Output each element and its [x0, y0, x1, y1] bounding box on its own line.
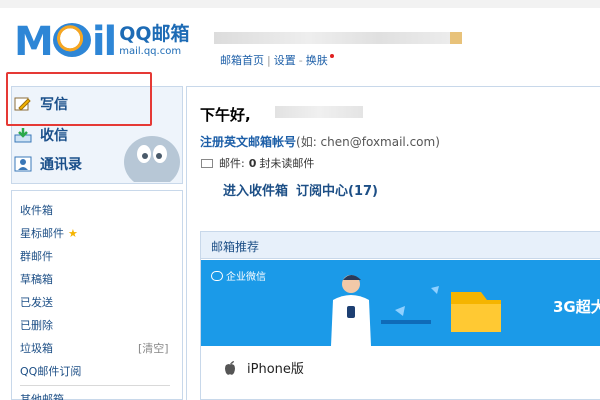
wework-banner[interactable]: 企业微信 3G超大 — [201, 260, 600, 346]
wework-brand: 企业微信 — [211, 268, 266, 283]
browser-top-strip — [0, 0, 600, 8]
receive-label: 收信 — [40, 128, 68, 144]
folder-divider — [20, 385, 170, 386]
link-change-skin[interactable]: 换肤 — [306, 54, 328, 67]
folder-sent[interactable]: 已发送 — [20, 294, 53, 310]
receive-button[interactable]: 收信 — [14, 123, 68, 147]
qq-mail-logo[interactable]: Mil QQ邮箱 mail.qq.com — [14, 22, 190, 66]
star-icon: ★ — [68, 227, 78, 240]
logo-brand: QQ邮箱 — [119, 23, 190, 45]
contacts-icon — [14, 156, 32, 172]
link-settings[interactable]: 设置 — [274, 54, 296, 67]
register-hint: (如: chen@foxmail.com) — [296, 135, 440, 149]
compose-highlight-box — [6, 72, 152, 126]
subscription-center-link[interactable]: 订阅中心(17) — [296, 184, 378, 199]
contacts-label: 通讯录 — [40, 157, 82, 173]
blurred-username — [214, 32, 450, 44]
banner-headline: 3G超大 — [553, 298, 600, 316]
folder-other-mailboxes[interactable]: 其他邮箱 — [20, 391, 64, 400]
separator: - — [298, 54, 303, 67]
inbox-links: 进入收件箱 订阅中心(17) — [223, 180, 378, 199]
unread-count: 0 — [248, 156, 257, 170]
inbox-download-icon — [14, 127, 32, 143]
folder-inbox[interactable]: 收件箱 — [20, 202, 53, 218]
logo-moil: Mil — [14, 19, 117, 65]
recommendation-panel: 邮箱推荐 企业微信 3G超大 iPhone版 — [200, 231, 600, 400]
folder-drafts[interactable]: 草稿箱 — [20, 271, 53, 287]
greeting: 下午好, — [200, 106, 251, 124]
unread-mail-info: 邮件: 0 封未读邮件 — [201, 155, 314, 171]
link-mail-home[interactable]: 邮箱首页 — [220, 54, 264, 67]
logo-url: mail.qq.com — [119, 46, 182, 57]
iphone-app-link[interactable]: iPhone版 — [223, 358, 304, 377]
apple-icon — [223, 360, 237, 376]
folder-subscriptions[interactable]: QQ邮件订阅 — [20, 363, 81, 379]
empty-spam-link[interactable]: [清空] — [138, 340, 169, 356]
mail-header: Mil QQ邮箱 mail.qq.com 邮箱首页 | 设置 - 换肤 — [0, 8, 600, 72]
enter-inbox-link[interactable]: 进入收件箱 — [223, 184, 288, 199]
contacts-button[interactable]: 通讯录 — [14, 152, 82, 176]
wework-logo-icon — [211, 270, 223, 281]
logo-o-mark — [52, 23, 91, 57]
folder-starred[interactable]: 星标邮件 ★ — [20, 225, 78, 241]
folder-group[interactable]: 群邮件 — [20, 248, 53, 264]
envelope-icon — [201, 158, 213, 168]
folder-spam[interactable]: 垃圾箱 — [20, 340, 53, 356]
notification-dot — [329, 54, 334, 58]
recommendation-title: 邮箱推荐 — [201, 232, 600, 259]
blurred-greeting-name — [275, 106, 363, 118]
banner-illustration — [331, 275, 501, 346]
header-links: 邮箱首页 | 设置 - 换肤 — [220, 52, 334, 68]
blurred-username-tail — [450, 32, 462, 44]
folder-deleted[interactable]: 已删除 — [20, 317, 53, 333]
separator: | — [267, 54, 271, 67]
register-english-account-link[interactable]: 注册英文邮箱帐号(如: chen@foxmail.com) — [200, 133, 440, 150]
qq-penguin-decoration — [100, 120, 182, 188]
